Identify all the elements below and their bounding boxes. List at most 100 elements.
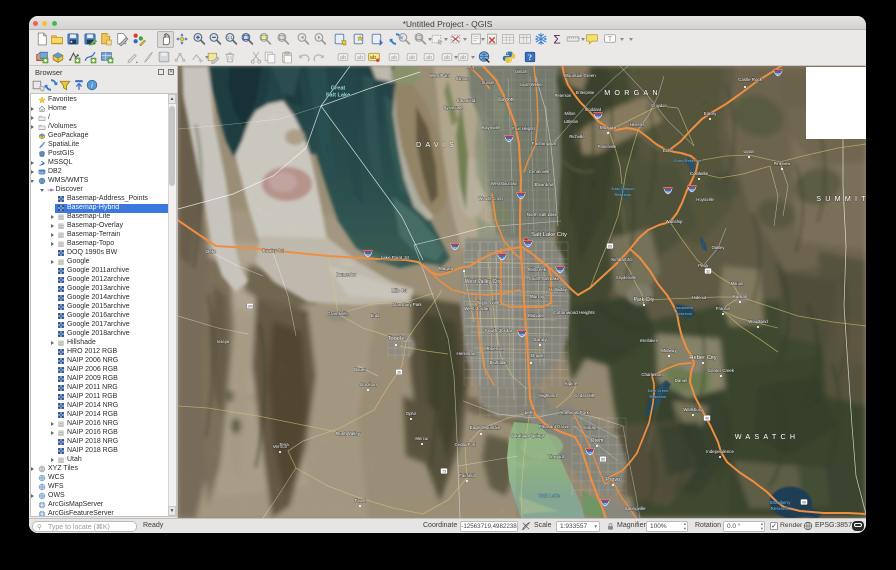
svg-text:1:1: 1:1 [227,35,234,40]
svg-text:Peterson: Peterson [555,93,572,98]
svg-text:Ophir: Ophir [406,411,417,416]
svg-text:32: 32 [706,270,710,274]
svg-text:Riverton: Riverton [486,346,504,351]
svg-text:Strawberry: Strawberry [770,500,792,505]
svg-text:ab: ab [391,55,397,61]
svg-text:Marion: Marion [731,281,744,286]
svg-text:36: 36 [397,371,401,375]
svg-text:Hideout: Hideout [692,295,707,300]
svg-text:Murray: Murray [530,294,545,299]
svg-text:84: 84 [596,115,600,119]
svg-text:Oakley: Oakley [712,245,726,250]
svg-text:Castle Rock: Castle Rock [738,77,762,82]
svg-text:Orem: Orem [591,438,604,444]
svg-text:Draper: Draper [531,353,546,358]
svg-text:DB2: DB2 [39,170,45,174]
svg-text:T: T [608,36,612,43]
svg-text:199: 199 [247,305,253,309]
svg-text:Wanship: Wanship [666,219,683,224]
svg-text:Saratoga Springs: Saratoga Springs [511,433,546,438]
svg-text:Snyderville: Snyderville [616,275,637,280]
svg-text:80: 80 [690,188,694,192]
svg-text:Upton: Upton [744,149,756,154]
svg-text:Park City: Park City [634,297,655,303]
svg-text:West Bountiful: West Bountiful [491,181,517,186]
svg-text:Kamas: Kamas [733,294,748,299]
svg-text:15: 15 [526,243,530,247]
svg-text:Midvale: Midvale [528,313,544,318]
svg-text:Layton: Layton [498,97,513,103]
svg-text:Interlaken: Interlaken [640,338,659,343]
svg-text:Mountain Green: Mountain Green [564,73,596,78]
svg-text:Deer Creek: Deer Creek [648,388,668,393]
svg-text:West Point: West Point [430,73,451,78]
svg-text:Stockton: Stockton [359,382,377,387]
svg-text:Salt Lake: Salt Lake [326,93,351,99]
svg-text:West Valley City: West Valley City [465,279,502,285]
svg-text:Bountiful: Bountiful [534,182,553,188]
svg-text:Kimball Jct: Kimball Jct [611,257,633,262]
svg-text:Provo: Provo [606,477,620,483]
svg-text:80: 80 [366,253,370,257]
svg-text:Uintah: Uintah [515,69,528,74]
svg-text:North Salt Lake: North Salt Lake [527,212,558,217]
svg-text:Syracuse: Syracuse [443,105,463,110]
svg-text:65: 65 [608,245,612,249]
svg-text:Magna: Magna [439,266,453,271]
svg-text:Center Creek: Center Creek [708,368,735,373]
svg-text:Morgan: Morgan [600,125,617,131]
svg-text:Stansbury Park: Stansbury Park [392,302,422,307]
svg-text:40: 40 [802,501,806,505]
svg-text:Bauer: Bauer [354,367,366,372]
svg-text:Cottonwood Heights: Cottonwood Heights [553,310,595,315]
svg-text:Heber City: Heber City [689,355,716,361]
svg-text:Richville: Richville [569,134,585,139]
svg-text:Highland: Highland [539,393,557,398]
svg-text:Holladay: Holladay [549,287,568,292]
svg-text:Cedar Fort: Cedar Fort [455,442,477,447]
svg-text:Centerville: Centerville [529,169,550,174]
svg-text:80: 80 [776,72,780,76]
svg-text:ab: ab [357,55,363,61]
svg-text:Pleasant Grove: Pleasant Grove [539,424,570,429]
svg-text:South Jordan: South Jordan [484,328,513,334]
svg-text:Burmester: Burmester [336,272,356,277]
svg-text:Great: Great [331,86,346,92]
svg-text:Roy: Roy [467,66,475,69]
svg-text:73: 73 [442,470,446,474]
svg-text:Reservoir: Reservoir [614,192,632,197]
svg-text:Midway: Midway [661,348,677,353]
svg-text:15: 15 [603,502,607,506]
svg-text:WASATCH: WASATCH [735,432,800,441]
svg-text:Henefer: Henefer [630,122,645,127]
svg-text:Clinton: Clinton [456,76,469,81]
svg-text:Coalville: Coalville [690,171,709,177]
svg-text:Lake Point Jct: Lake Point Jct [381,255,411,260]
svg-text:Springville: Springville [624,506,646,511]
svg-text:Reservoir: Reservoir [649,394,667,399]
svg-text:Cedar Hills: Cedar Hills [574,393,596,398]
svg-text:Woodland: Woodland [748,319,768,324]
svg-text:ab: ab [370,55,377,61]
svg-text:15: 15 [588,451,592,455]
svg-text:Sandy: Sandy [533,337,547,343]
svg-text:Croydon: Croydon [651,103,667,108]
svg-text:89: 89 [601,458,605,462]
svg-text:Iosepa: Iosepa [217,339,230,344]
svg-text:Stoddard: Stoddard [585,107,602,112]
svg-text:84: 84 [666,190,670,194]
svg-text:Sunset: Sunset [482,80,496,85]
svg-text:Echo: Echo [663,148,674,153]
svg-text:South Weber: South Weber [519,82,543,87]
svg-text:Taylorsville: Taylorsville [477,300,500,305]
svg-text:MORGAN: MORGAN [604,88,662,97]
svg-text:Salt Lake City: Salt Lake City [531,232,567,238]
svg-text:South Salt Lake: South Salt Lake [529,276,560,281]
svg-text:East Canyon: East Canyon [612,186,635,191]
svg-text:Terra: Terra [279,442,289,447]
svg-text:Mills Jct: Mills Jct [391,288,407,293]
svg-text:Reservoir: Reservoir [771,506,790,511]
svg-text:ab: ab [340,55,346,61]
svg-text:Fruit Heights: Fruit Heights [512,126,535,131]
svg-text:Clearfield: Clearfield [457,98,476,103]
